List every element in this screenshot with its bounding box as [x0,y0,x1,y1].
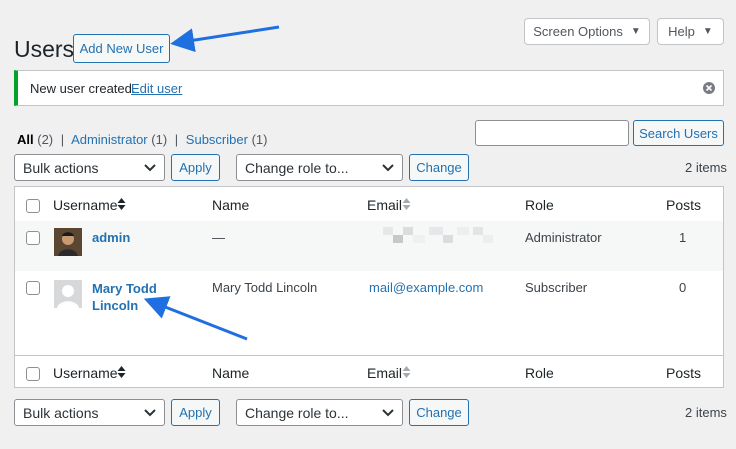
edit-user-link[interactable]: Edit user [131,81,182,96]
table-row: admin — Administrator 1 [15,221,723,271]
bulk-actions-value: Bulk actions [23,404,99,421]
filter-administrator-count: (1) [151,132,168,147]
chevron-down-icon [382,164,394,172]
username-link[interactable]: Mary Todd Lincoln [92,280,157,314]
column-email[interactable]: Email [367,197,402,213]
column-posts: Posts [666,365,702,381]
role-filter-links: All (2) | Administrator (1) | Subscriber… [17,132,267,147]
dismiss-icon[interactable] [702,81,716,95]
search-users-button[interactable]: Search Users [633,120,724,146]
bulk-actions-select[interactable]: Bulk actions [14,154,165,181]
column-email[interactable]: Email [367,365,402,381]
caret-down-icon: ▼ [630,26,641,37]
table-header: Username Name Email Role Posts [15,187,723,222]
change-button[interactable]: Change [409,154,469,181]
change-role-select-bottom[interactable]: Change role to... [236,399,403,426]
separator: | [60,132,65,147]
row-checkbox[interactable] [26,281,40,295]
chevron-down-icon [144,409,156,417]
users-table: Username Name Email Role Posts admin — A… [14,186,724,388]
column-posts: Posts [666,197,702,213]
row-checkbox[interactable] [26,231,40,245]
posts-count: 0 [679,280,687,295]
sort-icon[interactable] [402,365,411,379]
success-notice: New user created. Edit user [14,70,724,106]
select-all-checkbox[interactable] [26,199,40,213]
caret-down-icon: ▼ [702,26,713,37]
filter-subscriber[interactable]: Subscriber [186,132,248,147]
select-all-checkbox[interactable] [26,367,40,381]
redacted-email [383,227,493,243]
apply-button[interactable]: Apply [171,154,220,181]
posts-count-link[interactable]: 1 [679,230,686,245]
username-line-1: Mary Todd [92,281,157,296]
filter-administrator[interactable]: Administrator [71,132,148,147]
column-username[interactable]: Username [53,197,118,213]
avatar [54,228,82,256]
username-line-2: Lincoln [92,298,139,313]
column-username[interactable]: Username [53,365,118,381]
filter-all[interactable]: All [17,132,34,147]
bulk-actions-select-bottom[interactable]: Bulk actions [14,399,165,426]
column-name: Name [212,197,250,213]
separator: | [174,132,179,147]
bulk-actions-value: Bulk actions [23,159,99,176]
change-button-bottom[interactable]: Change [409,399,469,426]
notice-text: New user created. [30,81,136,96]
table-footer: Username Name Email Role Posts [15,355,723,388]
add-new-user-button[interactable]: Add New User [73,34,170,63]
username-link[interactable]: admin [92,230,130,245]
items-count: 2 items [685,160,727,175]
sort-icon[interactable] [117,365,126,379]
column-role: Role [525,197,554,213]
sort-icon[interactable] [402,197,411,211]
page-title: Users [14,36,75,62]
chevron-down-icon [144,164,156,172]
name-cell: Mary Todd Lincoln [212,280,318,295]
help-button[interactable]: Help ▼ [657,18,724,45]
screen-options-label: Screen Options [533,24,623,39]
change-role-value: Change role to... [245,404,349,421]
role-cell: Administrator [525,230,602,245]
change-role-select[interactable]: Change role to... [236,154,403,181]
avatar [54,280,82,308]
screen-options-button[interactable]: Screen Options ▼ [524,18,650,45]
filter-subscriber-count: (1) [251,132,268,147]
email-link[interactable]: mail@example.com [369,280,483,295]
name-cell: — [212,230,225,245]
table-row: Mary Todd Lincoln Mary Todd Lincoln mail… [15,271,723,355]
filter-all-count: (2) [37,132,54,147]
chevron-down-icon [382,409,394,417]
help-label: Help [668,24,695,39]
items-count-bottom: 2 items [685,405,727,420]
apply-button-bottom[interactable]: Apply [171,399,220,426]
search-input[interactable] [475,120,629,146]
role-cell: Subscriber [525,280,588,295]
column-name: Name [212,365,250,381]
change-role-value: Change role to... [245,159,349,176]
column-role: Role [525,365,554,381]
sort-icon[interactable] [117,197,126,211]
